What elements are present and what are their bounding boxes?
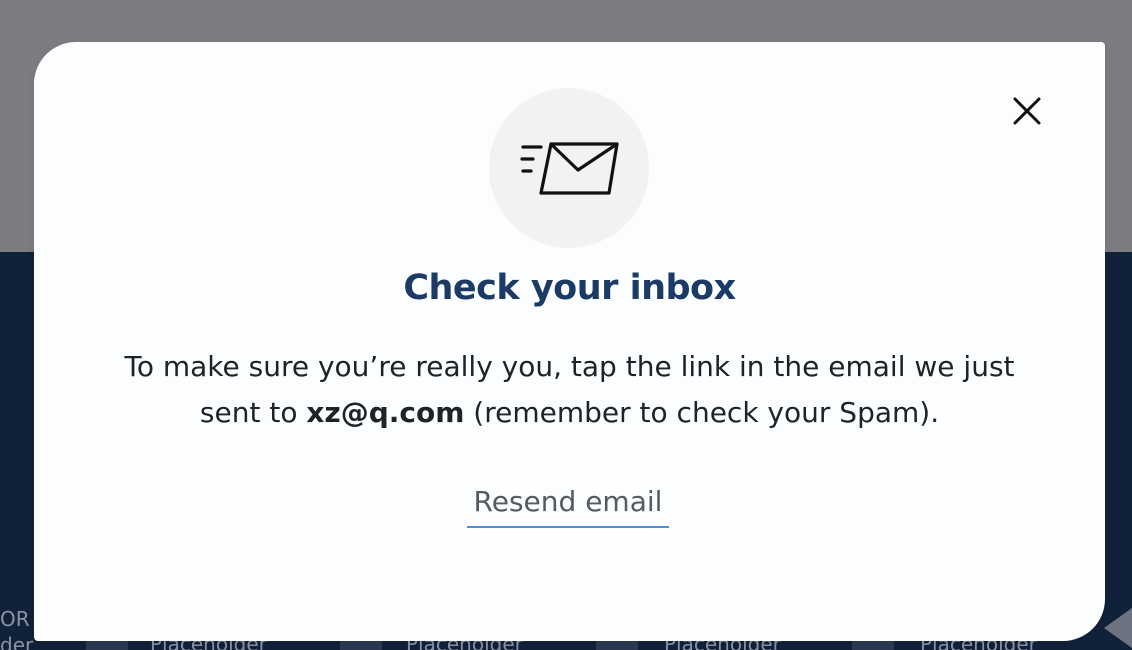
envelope-icon-badge — [489, 88, 649, 248]
screen: OR der Placeholder Placeholder Placehold… — [0, 0, 1132, 650]
email-address: xz@q.com — [306, 396, 465, 429]
background-left-text-line: OR — [0, 607, 30, 631]
verify-email-modal: Check your inbox To make sure you’re rea… — [34, 42, 1105, 641]
close-button[interactable] — [1004, 88, 1050, 134]
background-left-text-line: der — [0, 633, 34, 650]
modal-title: Check your inbox — [403, 268, 736, 308]
close-icon — [1013, 97, 1041, 125]
background-left-text: OR der — [0, 606, 33, 650]
resend-email-link[interactable]: Resend email — [467, 482, 669, 528]
modal-message: To make sure you’re really you, tap the … — [94, 344, 1045, 436]
envelope-sent-icon — [520, 142, 619, 195]
message-text-after: (remember to check your Spam). — [464, 396, 940, 429]
